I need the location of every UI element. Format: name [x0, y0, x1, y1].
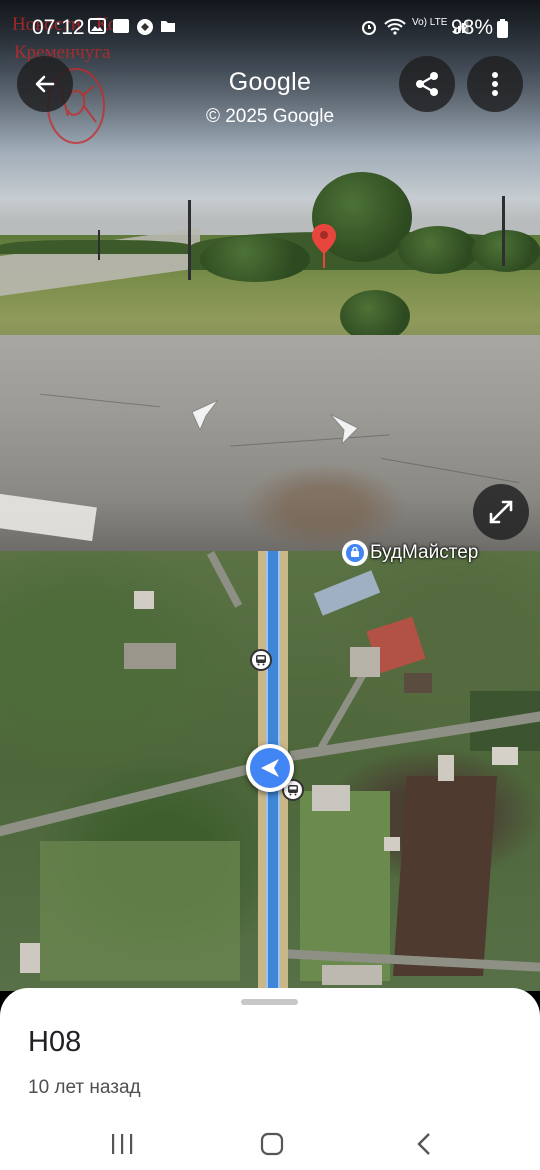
- building: [438, 755, 454, 781]
- navigation-arrow-icon: [261, 759, 279, 777]
- portal-icon: [137, 19, 153, 35]
- building: [20, 943, 40, 973]
- copyright-text: © 2025 Google: [205, 106, 335, 127]
- building: [350, 647, 380, 677]
- current-location-marker[interactable]: [246, 744, 294, 792]
- building: [404, 673, 432, 693]
- back-nav-button[interactable]: [404, 1124, 444, 1164]
- share-icon: [416, 72, 438, 96]
- image-icon: [113, 19, 129, 33]
- battery-status: 98%: [451, 16, 508, 40]
- bus-stop-icon[interactable]: [250, 649, 272, 671]
- building: [492, 747, 518, 765]
- building: [313, 570, 381, 616]
- building: [384, 837, 400, 851]
- drag-handle[interactable]: [241, 999, 298, 1005]
- chevron-left-icon: [417, 1133, 430, 1155]
- notification-icons: [88, 18, 176, 36]
- bottom-sheet[interactable]: H08 10 лет назад: [0, 988, 540, 1170]
- utility-pole: [188, 200, 191, 280]
- location-direction: [250, 748, 290, 788]
- gallery-icon: [88, 18, 106, 34]
- nav-arrow-left-icon[interactable]: [186, 398, 220, 432]
- share-button[interactable]: [399, 56, 455, 112]
- green-field: [40, 841, 240, 981]
- system-nav-bar: [0, 1120, 540, 1170]
- recents-icon: [112, 1134, 133, 1154]
- home-icon: [260, 1132, 284, 1156]
- fullscreen-icon: [489, 500, 513, 524]
- location-pin-icon: [312, 224, 336, 268]
- plowed-field: [393, 776, 497, 976]
- place-label[interactable]: БудМайстер: [370, 542, 478, 564]
- street-view-panorama[interactable]: Новости Ко Кременчуга 07:12 Vo) LTE 98% …: [0, 0, 540, 551]
- status-bar: 07:12 Vo) LTE 98%: [0, 0, 540, 56]
- bush: [200, 236, 310, 282]
- page-title: Google: [228, 68, 312, 96]
- bush: [472, 230, 540, 272]
- battery-percent: 98%: [450, 16, 493, 39]
- home-button[interactable]: [252, 1124, 292, 1164]
- shopping-bag-icon: [346, 544, 364, 562]
- building: [124, 643, 176, 669]
- road-name: H08: [28, 1026, 82, 1058]
- road: [0, 758, 274, 841]
- more-button[interactable]: [467, 56, 523, 112]
- store-poi-icon[interactable]: [342, 540, 368, 566]
- building: [312, 785, 350, 811]
- road: [206, 551, 243, 608]
- more-vert-icon: [492, 72, 498, 96]
- utility-pole: [98, 230, 100, 260]
- bush: [398, 226, 478, 274]
- building: [322, 965, 382, 985]
- wifi-icon: [384, 18, 406, 35]
- capture-date: 10 лет назад: [28, 1077, 141, 1098]
- alarm-icon: [362, 21, 376, 35]
- battery-icon: [497, 18, 508, 38]
- expand-button[interactable]: [473, 484, 529, 540]
- recents-button[interactable]: [102, 1124, 142, 1164]
- nav-arrow-right-icon[interactable]: [328, 410, 362, 444]
- tree-line: [0, 240, 190, 254]
- building: [134, 591, 154, 609]
- utility-pole: [502, 196, 505, 266]
- folder-icon: [161, 21, 175, 32]
- status-time: 07:12: [32, 16, 85, 39]
- network-label: Vo) LTE: [412, 17, 448, 28]
